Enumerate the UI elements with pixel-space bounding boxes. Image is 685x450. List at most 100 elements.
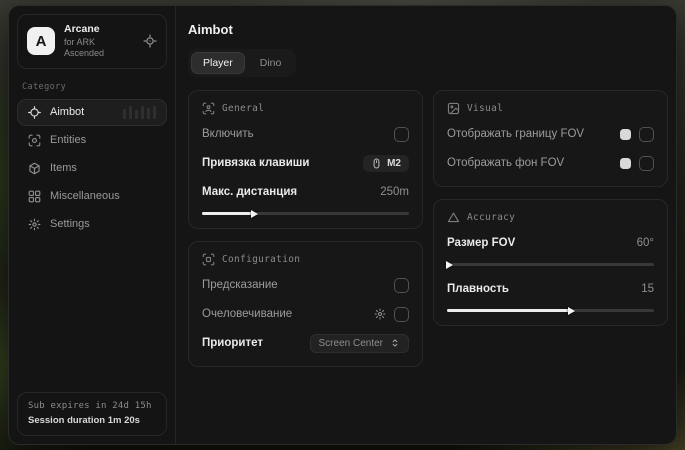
tab-dino[interactable]: Dino [248,52,294,74]
target-icon[interactable] [143,34,157,48]
card-title: Configuration [222,254,300,265]
page-title: Aimbot [188,22,668,37]
slider-thumb[interactable] [446,261,453,269]
image-icon [447,102,460,115]
general-card-header: General [202,102,409,115]
humanization-row: Очеловечивание [202,304,409,324]
fov-border-row: Отображать границу FOV [447,124,654,144]
tab-player[interactable]: Player [191,52,245,74]
sidebar-item-label: Aimbot [50,106,84,118]
box-scan-icon [202,253,215,266]
main-content: Aimbot Player Dino General [176,6,677,444]
left-column: General Включить Привязка клавиши [188,90,423,367]
keybind-button[interactable]: M2 [363,155,409,172]
visual-card-header: Visual [447,102,654,115]
grid-icon [28,190,41,203]
target-tabs: Player Dino [188,49,296,77]
sidebar-item-settings[interactable]: Settings [17,211,167,238]
user-scan-icon [202,102,215,115]
category-label: Category [22,82,162,92]
card-title: Accuracy [467,212,515,223]
smoothness-row: Плавность 15 [447,279,654,299]
right-column: Visual Отображать границу FOV Отображать… [433,90,668,326]
prediction-label: Предсказание [202,279,278,291]
priority-selected-value: Screen Center [319,338,383,349]
slider-fill [447,263,449,266]
fov-background-controls [620,156,654,171]
visual-card: Visual Отображать границу FOV Отображать… [433,90,668,187]
priority-row: Приоритет Screen Center [202,333,409,353]
keybind-label: Привязка клавиши [202,157,309,169]
settings-cards: General Включить Привязка клавиши [188,90,668,367]
sidebar-item-aimbot[interactable]: Aimbot [17,99,167,126]
max-distance-row: Макс. дистанция 250m [202,182,409,202]
sidebar: A Arcane for ARK Ascended Category Aimbo… [9,6,176,444]
smoothness-slider[interactable] [447,309,654,312]
humanization-controls [374,307,409,322]
enable-label: Включить [202,128,254,140]
keybind-row: Привязка клавиши M2 [202,153,409,173]
mouse-icon [371,158,382,169]
session-duration-text: Session duration 1m 20s [28,415,156,426]
card-title: General [222,103,264,114]
slider-thumb[interactable] [251,210,258,218]
card-title: Visual [467,103,503,114]
app-title-block: Arcane for ARK Ascended [64,23,134,60]
sidebar-item-label: Miscellaneous [50,190,120,202]
app-subtitle: for ARK Ascended [64,37,134,60]
humanization-gear-icon[interactable] [374,308,386,320]
sidebar-item-label: Entities [50,134,86,146]
fov-border-label: Отображать границу FOV [447,128,584,140]
sidebar-item-label: Settings [50,218,90,230]
app-logo: A [27,27,55,55]
prediction-row: Предсказание [202,275,409,295]
sidebar-item-entities[interactable]: Entities [17,127,167,154]
configuration-card: Configuration Предсказание Очеловечивани… [188,241,423,367]
crosshair-icon [28,106,41,119]
package-icon [28,162,41,175]
slider-fill [447,309,571,312]
enable-checkbox[interactable] [394,127,409,142]
subscription-footer: Sub expires in 24d 15h Session duration … [17,392,167,436]
fov-border-checkbox[interactable] [639,127,654,142]
general-card: General Включить Привязка клавиши [188,90,423,229]
max-distance-label: Макс. дистанция [202,186,297,198]
fov-border-color-swatch[interactable] [620,129,631,140]
accuracy-card: Accuracy Размер FOV 60° Плавность 15 [433,199,668,326]
slider-thumb[interactable] [568,307,575,315]
fov-background-color-swatch[interactable] [620,158,631,169]
fov-size-value: 60° [637,237,654,249]
smoothness-label: Плавность [447,283,509,295]
fov-background-checkbox[interactable] [639,156,654,171]
fov-size-row: Размер FOV 60° [447,233,654,253]
max-distance-slider[interactable] [202,212,409,215]
cheat-menu-window: A Arcane for ARK Ascended Category Aimbo… [8,5,677,445]
humanization-label: Очеловечивание [202,308,292,320]
app-name: Arcane [64,23,134,36]
fov-size-slider[interactable] [447,263,654,266]
ghost-watermark [123,106,156,119]
entities-scan-icon [28,134,41,147]
sidebar-item-items[interactable]: Items [17,155,167,182]
humanization-checkbox[interactable] [394,307,409,322]
sidebar-item-miscellaneous[interactable]: Miscellaneous [17,183,167,210]
configuration-card-header: Configuration [202,253,409,266]
smoothness-value: 15 [641,283,654,295]
fov-border-controls [620,127,654,142]
fov-size-label: Размер FOV [447,237,515,249]
fov-background-row: Отображать фон FOV [447,153,654,173]
app-header: A Arcane for ARK Ascended [17,14,167,69]
slider-fill [202,212,254,215]
accuracy-card-header: Accuracy [447,211,654,224]
enable-row: Включить [202,124,409,144]
sub-expires-text: Sub expires in 24d 15h [28,401,156,411]
keybind-value: M2 [387,158,401,169]
chevrons-up-down-icon [390,338,400,348]
max-distance-value: 250m [380,186,409,198]
sidebar-item-label: Items [50,162,77,174]
priority-label: Приоритет [202,337,263,349]
priority-select[interactable]: Screen Center [310,334,409,353]
fov-background-label: Отображать фон FOV [447,157,564,169]
triangle-icon [447,211,460,224]
prediction-checkbox[interactable] [394,278,409,293]
